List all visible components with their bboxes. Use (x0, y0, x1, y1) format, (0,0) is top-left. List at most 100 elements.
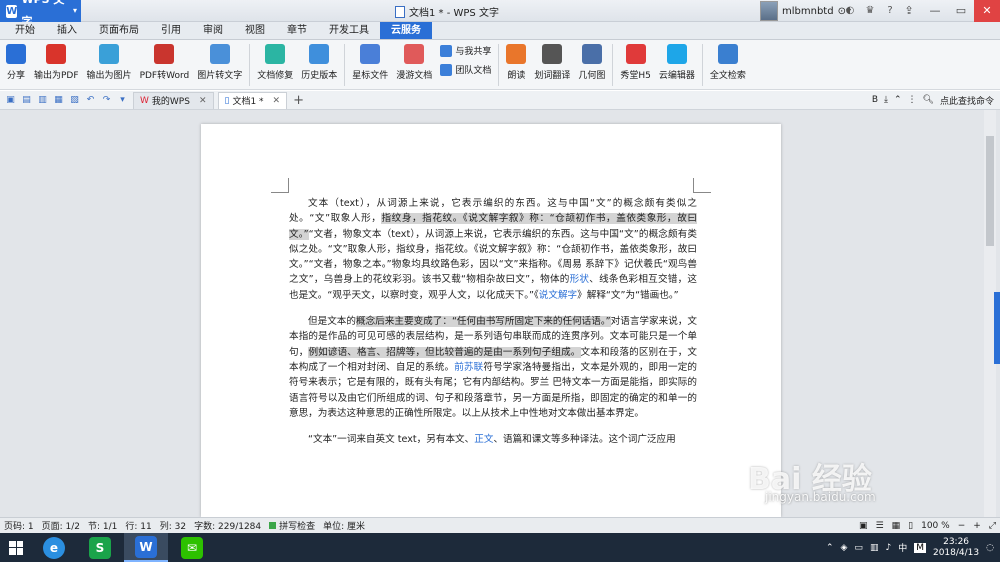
tab-my-wps[interactable]: W 我的WPS ✕ (133, 91, 214, 109)
more-icon[interactable]: ⋮ (908, 95, 917, 105)
shared-with-me-button[interactable]: 与我共享 (440, 44, 491, 57)
minimize-button[interactable]: — (922, 0, 948, 22)
team-docs-button[interactable]: 团队文档 (440, 63, 491, 76)
download-icon[interactable]: ⤓ (884, 95, 888, 105)
ribbon-share-stack: 与我共享 团队文档 (436, 40, 495, 76)
taskbar-wps-sheets[interactable]: S (78, 533, 122, 562)
ribbon-pdf-to-word-button[interactable]: PDF转Word (136, 40, 194, 81)
export-pdf-icon[interactable]: ▥ (36, 94, 49, 107)
ribbon-image-export-button[interactable]: 输出为图片 (83, 40, 136, 81)
pdf-icon (46, 44, 67, 64)
hyperlink[interactable]: 前苏联 (454, 362, 483, 373)
tab-view[interactable]: 视图 (234, 22, 276, 39)
customize-chevron-icon[interactable]: ▾ (116, 94, 129, 107)
maximize-button[interactable]: ▭ (948, 0, 974, 22)
status-unit[interactable]: 单位: 厘米 (323, 519, 365, 532)
expand-icon[interactable]: ⤢ (989, 521, 996, 531)
ribbon-translate-button[interactable]: 划词翻译 (530, 40, 574, 81)
undo-icon[interactable]: ↶ (84, 94, 97, 107)
ribbon-geometry-button[interactable]: 几何图 (574, 40, 609, 81)
skin-icon[interactable]: ◐ (842, 3, 858, 19)
cloud-editor-icon (666, 44, 687, 64)
tab-developer[interactable]: 开发工具 (318, 22, 380, 39)
ribbon-ocr-button[interactable]: 图片转文字 (193, 40, 246, 81)
ribbon-share-button[interactable]: 分享 (2, 40, 30, 81)
ribbon-star-folder-button[interactable]: 星标文件 (348, 40, 392, 81)
clock[interactable]: 23:26 2018/4/13 (933, 537, 979, 559)
print-preview-icon[interactable]: ▧ (68, 94, 81, 107)
zoom-level[interactable]: 100 % (921, 521, 950, 531)
print-icon[interactable]: ▦ (52, 94, 65, 107)
close-button[interactable]: ✕ (974, 0, 1000, 22)
ribbon-fulltext-search-button[interactable]: 全文检索 (706, 40, 750, 81)
text-run: 例如谚语、格言、招牌等，但比较普遍的是由一系列句子组成。 (308, 346, 581, 358)
security-icon[interactable]: ◈ (841, 543, 848, 553)
upload-icon[interactable]: ⇪ (896, 0, 922, 22)
tab-references[interactable]: 引用 (150, 22, 192, 39)
open-folder-icon[interactable]: ▣ (4, 94, 17, 107)
tab-document-1[interactable]: ▯ 文档1 * ✕ (217, 91, 288, 109)
tab-review[interactable]: 审阅 (192, 22, 234, 39)
avatar[interactable] (760, 1, 778, 21)
side-panel-handle[interactable] (994, 292, 1000, 364)
ribbon-repair-button[interactable]: 文档修复 (253, 40, 297, 81)
ribbon-h5-button[interactable]: 秀堂H5 (616, 40, 655, 81)
taskbar-browser[interactable]: e (32, 533, 76, 562)
ime-indicator[interactable]: 中 (898, 541, 907, 554)
status-pages: 页面: 1/2 (41, 522, 81, 532)
right-tools: B ⤓ ⌃ ⋮ 🔍︎ 点此查找命令 (872, 94, 1000, 107)
text-run: 》解释“文”为“错画也。” (577, 289, 679, 301)
ribbon-pdf-button[interactable]: 输出为PDF (30, 40, 83, 81)
close-tab-icon[interactable]: ✕ (273, 96, 281, 106)
zoom-out-button[interactable]: − (958, 521, 966, 531)
spell-check-toggle[interactable]: 拼写检查 (269, 519, 315, 532)
tray-chevron-icon[interactable]: ⌃ (826, 543, 834, 553)
ribbon-history-button[interactable]: 历史版本 (297, 40, 341, 81)
tab-start[interactable]: 开始 (4, 22, 46, 39)
wps-app-menu-button[interactable]: W WPS 文字 ▾ (0, 0, 81, 28)
redo-icon[interactable]: ↷ (100, 94, 113, 107)
volume-icon[interactable]: ♪ (885, 543, 891, 553)
quick-access-icons: ▣ ▤ ▥ ▦ ▧ ↶ ↷ ▾ (0, 94, 129, 107)
tab-chapter[interactable]: 章节 (276, 22, 318, 39)
document-body[interactable]: 文本（text），从词源上来说，它表示编织的东西。这与中国“文”的概念颇有类似之… (289, 196, 697, 458)
shirt-icon[interactable]: ♛ (862, 3, 878, 19)
shared-with-me-icon (440, 44, 453, 57)
command-search[interactable]: 点此查找命令 (940, 94, 994, 107)
reading-view-icon[interactable]: ▯ (908, 521, 913, 531)
hyperlink[interactable]: 正文 (474, 434, 493, 445)
user-account[interactable]: mlbmnbtd ⊙▾ (760, 0, 851, 22)
save-icon[interactable]: ▤ (20, 94, 33, 107)
ribbon-label: 文档修复 (257, 71, 294, 81)
zoom-in-button[interactable]: + (973, 521, 981, 531)
outline-view-icon[interactable]: ☰ (876, 521, 884, 531)
hyperlink[interactable]: 说文解字 (539, 290, 577, 301)
ribbon-cloud-editor-button[interactable]: 云编辑器 (655, 40, 699, 81)
tab-cloud-service[interactable]: 云服务 (380, 22, 432, 39)
format-icon[interactable]: B (872, 95, 878, 105)
scrollbar-thumb[interactable] (986, 136, 994, 246)
ime-mode[interactable]: M (914, 542, 926, 553)
network-icon[interactable]: ▥ (870, 543, 879, 553)
ribbon-separator (701, 44, 703, 86)
roaming-icon (404, 44, 425, 64)
battery-icon[interactable]: ▭ (854, 543, 863, 553)
collapse-ribbon-icon[interactable]: ⌃ (894, 95, 902, 105)
close-tab-icon[interactable]: ✕ (199, 96, 207, 106)
page-view-icon[interactable]: ▣ (859, 521, 868, 531)
document-page[interactable]: 文本（text），从词源上来说，它表示编织的东西。这与中国“文”的概念颇有类似之… (201, 124, 781, 517)
read-aloud-icon (506, 44, 527, 64)
start-button[interactable] (0, 533, 32, 562)
taskbar-wps-writer[interactable]: W (124, 533, 168, 562)
tab-page-layout[interactable]: 页面布局 (88, 22, 150, 39)
status-word-count[interactable]: 字数: 229/1284 (194, 519, 261, 532)
ribbon-read-aloud-button[interactable]: 朗读 (502, 40, 530, 81)
notification-icon[interactable]: ◌ (986, 543, 994, 553)
tab-insert[interactable]: 插入 (46, 22, 88, 39)
ribbon-roaming-button[interactable]: 漫游文档 (392, 40, 436, 81)
new-tab-button[interactable]: + (293, 93, 304, 108)
team-docs-icon (440, 63, 453, 76)
taskbar-wechat[interactable]: ✉ (170, 533, 214, 562)
web-view-icon[interactable]: ▦ (892, 521, 901, 531)
hyperlink[interactable]: 形状 (570, 274, 590, 285)
